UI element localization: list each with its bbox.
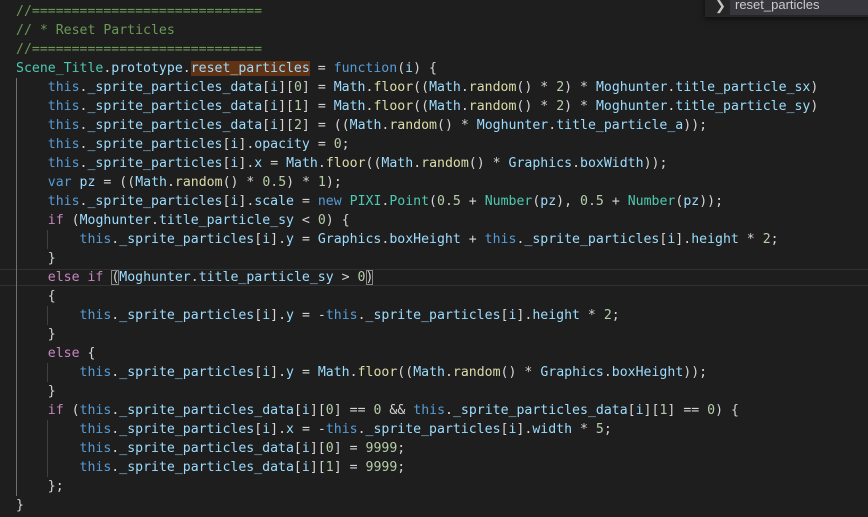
code-line[interactable]: } [16,382,56,401]
indent-guide [16,78,17,496]
indent-guide [47,306,48,325]
code-line[interactable]: //============================= [16,2,262,21]
bracket-match: ) [365,270,374,285]
code-line[interactable]: { [16,287,56,306]
code-line[interactable]: }; [16,477,64,496]
indent-guide [47,230,48,249]
code-line[interactable]: this._sprite_particles[i].x = -this._spr… [16,420,612,439]
breadcrumb-item-label: reset_particles [735,0,820,12]
code-line[interactable]: this._sprite_particles_data[i][0] = Math… [16,78,819,97]
code-line[interactable]: if (this._sprite_particles_data[i][0] ==… [16,401,739,420]
code-line[interactable]: else { [16,344,96,363]
code-line[interactable]: this._sprite_particles_data[i][2] = ((Ma… [16,116,707,135]
indent-guide [47,420,48,477]
code-line[interactable]: } [16,325,56,344]
code-line[interactable]: if (Moghunter.title_particle_sy < 0) { [16,211,350,230]
code-line[interactable]: this._sprite_particles[i].scale = new PI… [16,192,723,211]
code-line[interactable]: else if (Moghunter.title_particle_sy > 0… [16,268,374,287]
code-line[interactable]: this._sprite_particles_data[i][0] = 9999… [16,439,406,458]
code-line[interactable]: this._sprite_particles_data[i][1] = 9999… [16,458,406,477]
code-line[interactable]: // * Reset Particles [16,21,175,40]
code-line[interactable]: Scene_Title.prototype.reset_particles = … [16,59,437,78]
breadcrumb-symbol-popup[interactable]: ❯ reset_particles [705,0,868,17]
code-line[interactable]: var pz = ((Math.random() * 0.5) * 1); [16,173,342,192]
code-line[interactable]: this._sprite_particles_data[i][1] = Math… [16,97,819,116]
find-match-highlight: reset_particles [190,61,310,76]
chevron-right-icon: ❯ [715,0,726,13]
breadcrumb-item-reset-particles[interactable]: reset_particles [730,0,868,15]
code-line[interactable]: this._sprite_particles[i].x = Math.floor… [16,154,668,173]
code-line[interactable]: //============================= [16,40,262,59]
code-line[interactable]: this._sprite_particles[i].y = Math.floor… [16,363,708,382]
code-line[interactable]: this._sprite_particles[i].y = Graphics.b… [16,230,779,249]
code-line[interactable]: this._sprite_particles[i].y = -this._spr… [16,306,620,325]
code-line[interactable]: } [16,496,24,515]
code-line[interactable]: } [16,249,56,268]
code-editor[interactable]: //=============================// * Rese… [0,0,868,517]
code-line[interactable]: this._sprite_particles[i].opacity = 0; [16,135,350,154]
indent-guide [47,363,48,382]
